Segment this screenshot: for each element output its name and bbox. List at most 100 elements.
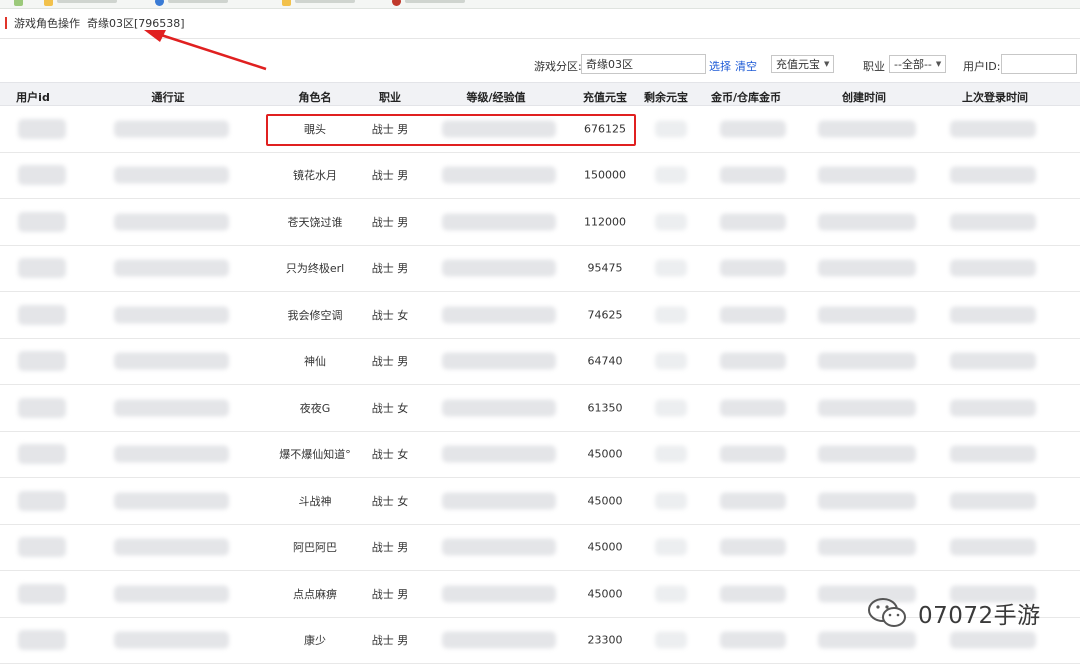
job-select[interactable]: --全部-- ▼ (889, 55, 947, 73)
redacted-cell (720, 399, 786, 417)
redacted-cell (114, 213, 229, 231)
redacted-cell (114, 631, 229, 649)
table-row[interactable]: 镜花水月 战士 男 150000 (0, 153, 1080, 199)
redacted-cell (655, 306, 687, 324)
chevron-down-icon: ▼ (935, 60, 942, 68)
role-name-cell: 镜花水月 (293, 169, 337, 183)
redacted-cell (950, 166, 1036, 184)
redacted-cell (655, 166, 687, 184)
redacted-cell (18, 537, 66, 558)
table-row[interactable]: 覗头 战士 男 676125 (0, 106, 1080, 153)
zone-input[interactable] (581, 54, 706, 74)
redacted-cell (720, 120, 786, 138)
redacted-cell (655, 399, 687, 417)
table-row[interactable]: 爆不爆仙知道° 战士 女 45000 (0, 432, 1080, 478)
userid-label: 用户ID: (963, 60, 1001, 73)
table-row[interactable]: 夜夜G 战士 女 61350 (0, 385, 1080, 432)
redacted-cell (18, 351, 66, 372)
clear-link[interactable]: 清空 (735, 58, 757, 74)
redacted-cell (950, 352, 1036, 370)
redacted-cell (655, 585, 687, 603)
table-row[interactable]: 阿巴阿巴 战士 男 45000 (0, 525, 1080, 571)
col-level[interactable]: 等级/经验值 (466, 89, 525, 105)
redacted-cell (114, 306, 229, 324)
col-passport[interactable]: 通行证 (152, 89, 185, 105)
redacted-cell (18, 211, 66, 232)
col-role-name[interactable]: 角色名 (299, 89, 332, 105)
redacted-cell (818, 399, 916, 417)
recharge-cell: 95475 (587, 261, 623, 275)
redacted-cell (950, 259, 1036, 277)
table-row[interactable]: 神仙 战士 男 64740 (0, 339, 1080, 385)
redacted-cell (114, 399, 229, 417)
job-cell: 战士 男 (371, 634, 409, 648)
redacted-cell (950, 213, 1036, 231)
job-cell: 战士 男 (371, 541, 409, 555)
table-row[interactable]: 斗战神 战士 女 45000 (0, 478, 1080, 525)
redacted-cell (818, 352, 916, 370)
recharge-cell: 64740 (587, 354, 623, 368)
redacted-cell (655, 213, 687, 231)
recharge-cell: 45000 (587, 494, 623, 508)
recharge-cell: 45000 (587, 447, 623, 461)
redacted-cell (114, 259, 229, 277)
chevron-down-icon: ▼ (824, 60, 830, 68)
redacted-cell (18, 630, 66, 651)
col-user-id[interactable]: 用户id (16, 89, 50, 105)
col-job[interactable]: 职业 (379, 89, 401, 105)
redacted-cell (720, 585, 786, 603)
wechat-icon (868, 598, 906, 627)
redacted-cell (114, 538, 229, 556)
redacted-cell (655, 120, 687, 138)
job-cell: 战士 男 (371, 122, 409, 136)
job-cell: 战士 男 (371, 262, 409, 276)
filter-bar: 游戏分区: 选择 清空 充值元宝 ▼ 职业 --全部-- ▼ 用户ID: (0, 54, 1080, 76)
redacted-cell (18, 304, 66, 325)
job-cell: 战士 女 (371, 494, 409, 508)
redacted-cell (442, 213, 556, 231)
recharge-cell: 45000 (587, 587, 623, 601)
table-row[interactable]: 苍天饶过谁 战士 男 112000 (0, 199, 1080, 246)
redacted-cell (442, 120, 556, 138)
sort-select[interactable]: 充值元宝 ▼ (771, 55, 835, 73)
table-row[interactable]: 我会修空调 战士 女 74625 (0, 292, 1080, 339)
redacted-cell (720, 492, 786, 510)
col-gold[interactable]: 金币/仓库金币 (711, 89, 781, 105)
recharge-cell: 61350 (587, 401, 623, 415)
job-select-value: --全部-- (894, 58, 932, 71)
job-label: 职业 (863, 60, 885, 73)
job-cell: 战士 男 (371, 355, 409, 369)
col-remaining[interactable]: 剩余元宝 (644, 89, 688, 105)
redacted-cell (950, 120, 1036, 138)
redacted-cell (18, 258, 66, 279)
userid-input[interactable] (1001, 54, 1077, 74)
col-recharge[interactable]: 充值元宝 (583, 89, 627, 105)
redacted-cell (818, 166, 916, 184)
col-created[interactable]: 创建时间 (842, 89, 886, 105)
redacted-cell (655, 538, 687, 556)
redacted-cell (818, 306, 916, 324)
redacted-cell (818, 120, 916, 138)
job-cell: 战士 女 (371, 401, 409, 415)
redacted-cell (720, 213, 786, 231)
table-header: 用户id 通行证 角色名 职业 等级/经验值 充值元宝 剩余元宝 金币/仓库金币… (0, 82, 1080, 106)
role-name-cell: 夜夜G (299, 401, 331, 415)
redacted-cell (818, 631, 916, 649)
select-link[interactable]: 选择 (709, 58, 731, 74)
redacted-cell (18, 490, 66, 511)
redacted-cell (950, 538, 1036, 556)
redacted-cell (114, 352, 229, 370)
redacted-cell (18, 118, 66, 139)
col-last-login[interactable]: 上次登录时间 (962, 89, 1028, 105)
redacted-cell (950, 492, 1036, 510)
redacted-cell (655, 445, 687, 463)
redacted-cell (114, 445, 229, 463)
recharge-cell: 74625 (587, 308, 623, 322)
redacted-cell (818, 259, 916, 277)
redacted-cell (18, 397, 66, 418)
job-cell: 战士 男 (371, 587, 409, 601)
redacted-cell (720, 306, 786, 324)
table-row[interactable]: 只为终极erl 战士 男 95475 (0, 246, 1080, 292)
job-cell: 战士 女 (371, 448, 409, 462)
redacted-cell (442, 631, 556, 649)
